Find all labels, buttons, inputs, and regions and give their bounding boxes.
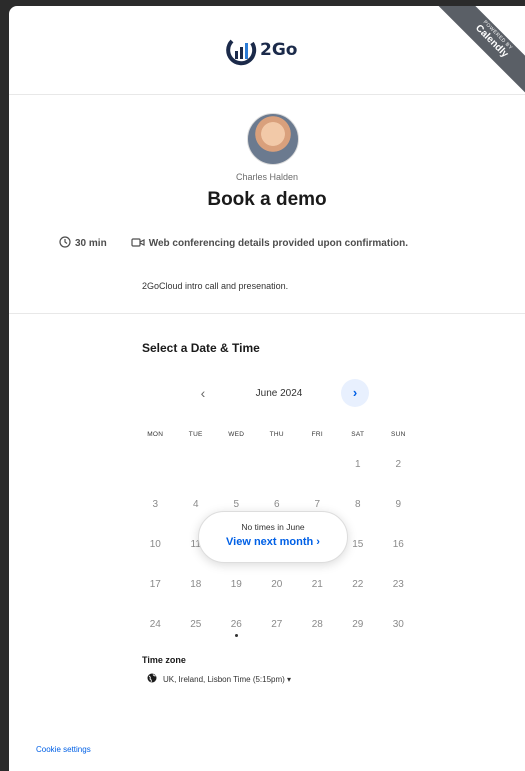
weekday-label: SAT — [351, 430, 365, 438]
day-cell: 6 — [273, 498, 280, 510]
divider — [9, 313, 525, 314]
company-logo: 2Go — [224, 30, 297, 70]
video-camera-icon — [131, 237, 145, 251]
day-cell: 17 — [149, 578, 161, 590]
weekday-label: SUN — [390, 430, 406, 438]
day-cell: 29 — [352, 618, 364, 630]
weekday-label: WED — [228, 430, 245, 438]
day-cell: 18 — [190, 578, 202, 590]
day-cell: 28 — [311, 618, 323, 630]
logo-text: 2Go — [260, 40, 298, 60]
next-month-button[interactable]: › — [341, 379, 369, 407]
weekday-row: MON TUE WED THU FRI SAT SUN — [135, 424, 419, 444]
view-next-month-button[interactable]: View next month › — [199, 536, 347, 548]
day-cell: 5 — [233, 498, 240, 510]
calendly-ribbon[interactable]: POWERED BY Calendly — [429, 6, 525, 104]
host-avatar — [247, 113, 299, 165]
event-meta: 30 min Web conferencing details provided… — [59, 236, 408, 251]
day-cell: 20 — [271, 578, 283, 590]
weekday-label: THU — [269, 430, 284, 438]
weekday-label: TUE — [188, 430, 203, 438]
clock-icon — [59, 236, 71, 251]
today-cell: 26 — [216, 618, 257, 637]
timezone-value: UK, Ireland, Lisbon Time (5:15pm) ▾ — [163, 674, 292, 684]
day-cell: 19 — [230, 578, 242, 590]
day-cell: 9 — [395, 498, 402, 510]
duration: 30 min — [75, 238, 107, 249]
day-cell: 3 — [152, 498, 159, 510]
today-dot — [234, 633, 238, 637]
day-cell: 24 — [149, 618, 161, 630]
day-cell: 21 — [311, 578, 323, 590]
week-row: 1 2 — [135, 444, 419, 484]
timezone-label: Time zone — [142, 655, 186, 665]
event-title: Book a demo — [207, 189, 327, 210]
day-cell: 27 — [271, 618, 283, 630]
day-cell: 23 — [392, 578, 404, 590]
ribbon-small: POWERED BY — [481, 19, 514, 52]
day-cell: 25 — [190, 618, 202, 630]
day-cell: 10 — [149, 538, 161, 550]
no-times-popup: No times in June View next month › — [198, 511, 348, 563]
day-cell: 7 — [314, 498, 321, 510]
week-row: 24 25 26 27 28 29 30 — [135, 604, 419, 644]
weekday-label: MON — [147, 430, 164, 438]
day-cell: 16 — [392, 538, 404, 550]
day-cell: 1 — [354, 458, 361, 470]
header: 2Go POWERED BY Calendly — [9, 6, 525, 104]
day-number: 26 — [230, 618, 242, 630]
globe-icon — [147, 673, 157, 685]
section-title: Select a Date & Time — [142, 341, 260, 355]
month-label: June 2024 — [255, 387, 303, 399]
weekday-label: FRI — [311, 430, 323, 438]
location: Web conferencing details provided upon c… — [148, 238, 408, 249]
logo-icon — [226, 39, 257, 66]
timezone-select[interactable]: UK, Ireland, Lisbon Time (5:15pm) ▾ — [147, 673, 291, 685]
day-cell: 4 — [192, 498, 199, 510]
no-times-text: No times in June — [241, 522, 305, 532]
day-cell: 22 — [352, 578, 364, 590]
day-cell: 30 — [392, 618, 404, 630]
week-row: 17 18 19 20 21 22 23 — [135, 564, 419, 604]
event-description: 2GoCloud intro call and presenation. — [142, 281, 289, 291]
booking-card: 2Go POWERED BY Calendly Charles Halden B… — [9, 6, 525, 771]
day-cell: 2 — [395, 458, 402, 470]
prev-month-button[interactable]: ‹ — [189, 379, 217, 407]
day-cell: 8 — [354, 498, 361, 510]
host-name: Charles Halden — [235, 172, 299, 182]
month-nav: ‹ June 2024 › — [189, 379, 369, 407]
cookie-settings-link[interactable]: Cookie settings — [36, 745, 91, 754]
